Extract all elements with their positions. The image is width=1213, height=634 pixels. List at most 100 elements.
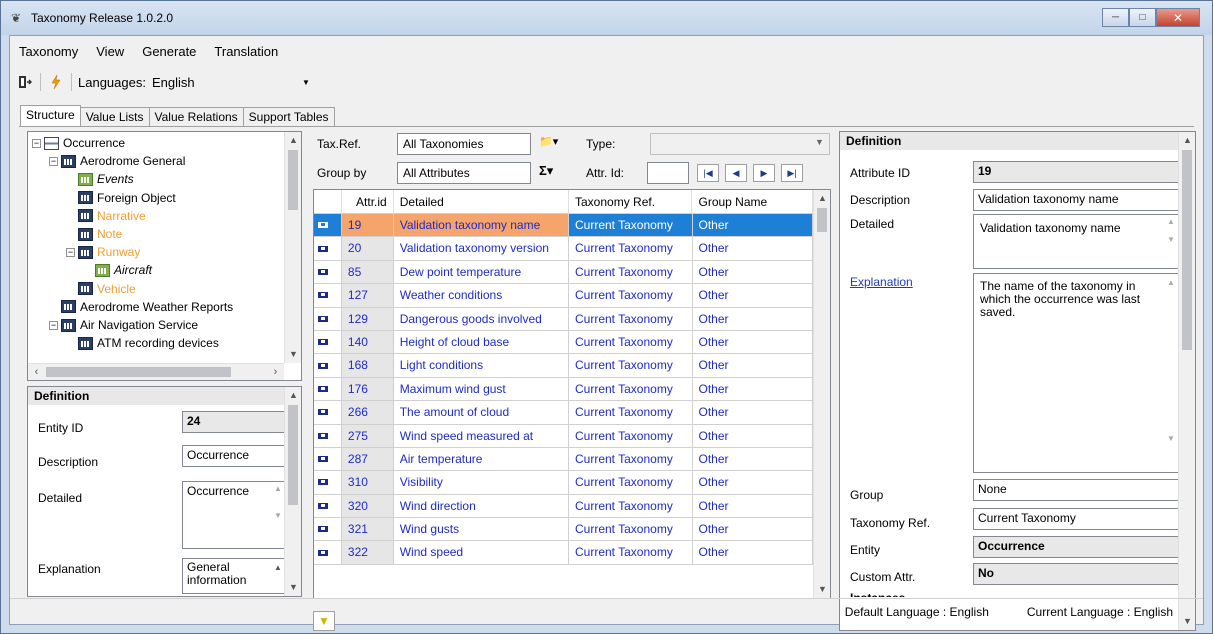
menu-view[interactable]: View xyxy=(87,44,133,59)
tree-expander-icon[interactable]: − xyxy=(32,138,41,148)
last-record-icon[interactable]: ▶| xyxy=(781,164,803,182)
cell-taxonomy-ref[interactable]: Current Taxonomy xyxy=(569,541,693,564)
tree-expander-icon[interactable]: − xyxy=(49,156,58,166)
cell-detailed[interactable]: Validation taxonomy version xyxy=(394,237,569,260)
explanation-field[interactable]: General information ▲ xyxy=(182,558,288,594)
tree-node[interactable]: Aircraft xyxy=(83,261,152,279)
attributes-grid[interactable]: Attr.id Detailed Taxonomy Ref. Group Nam… xyxy=(313,189,831,599)
cell-group-name[interactable]: Other xyxy=(693,237,814,260)
table-row[interactable]: 310 Visibility Current Taxonomy Other xyxy=(314,471,814,495)
group-field[interactable]: None xyxy=(973,479,1181,501)
close-button[interactable]: ✕ xyxy=(1156,8,1200,27)
tree-node[interactable]: Foreign Object xyxy=(66,189,176,207)
row-indicator[interactable] xyxy=(314,424,342,447)
cell-group-name[interactable]: Other xyxy=(692,214,814,237)
chevron-down-icon[interactable]: ▼ xyxy=(302,78,310,87)
cell-attr-id[interactable]: 129 xyxy=(341,307,394,330)
tree-node[interactable]: Narrative xyxy=(66,207,146,225)
cell-group-name[interactable]: Other xyxy=(693,354,814,377)
cell-taxonomy-ref[interactable]: Current Taxonomy xyxy=(569,354,693,377)
cell-attr-id[interactable]: 168 xyxy=(341,354,394,377)
tree-expander-icon[interactable]: − xyxy=(49,320,58,330)
table-row[interactable]: 140 Height of cloud base Current Taxonomy O… xyxy=(314,330,814,355)
cell-group-name[interactable]: Other xyxy=(693,377,814,401)
cell-attr-id[interactable]: 20 xyxy=(341,237,394,260)
row-indicator[interactable] xyxy=(314,377,342,401)
scroll-thumb[interactable] xyxy=(1182,150,1192,350)
tree-vertical-scrollbar[interactable]: ▲ ▼ xyxy=(284,132,301,363)
cell-attr-id[interactable]: 85 xyxy=(341,260,394,284)
table-row[interactable]: 19 Validation taxonomy name Current Taxono… xyxy=(314,214,814,238)
next-record-icon[interactable]: ▶ xyxy=(753,164,775,182)
table-row[interactable]: 20 Validation taxonomy version Current Tax… xyxy=(314,237,814,261)
menu-generate[interactable]: Generate xyxy=(133,44,205,59)
sum-icon[interactable]: Σ▾ xyxy=(539,163,553,179)
table-row[interactable]: 129 Dangerous goods involved Current Taxon… xyxy=(314,307,814,331)
cell-detailed[interactable]: Dew point temperature xyxy=(394,260,569,284)
chevron-down-icon[interactable]: ▼ xyxy=(815,137,824,147)
table-row[interactable]: 266 The amount of cloud Current Taxonomy Ot… xyxy=(314,401,814,425)
scroll-up-icon[interactable]: ▲ xyxy=(285,132,302,149)
tree-expander-icon[interactable]: − xyxy=(66,247,75,257)
row-indicator[interactable] xyxy=(314,447,342,471)
table-row[interactable]: 320 Wind direction Current Taxonomy Other xyxy=(314,494,814,519)
table-row[interactable]: 85 Dew point temperature Current Taxonomy O… xyxy=(314,260,814,285)
cell-taxonomy-ref[interactable]: Current Taxonomy xyxy=(569,214,693,237)
cell-taxonomy-ref[interactable]: Current Taxonomy xyxy=(569,260,693,284)
type-select[interactable] xyxy=(650,133,830,155)
cell-taxonomy-ref[interactable]: Current Taxonomy xyxy=(569,424,693,447)
description-field[interactable]: Occurrence xyxy=(182,445,288,467)
row-indicator[interactable] xyxy=(314,284,342,307)
field-scrollbar[interactable]: ▲ ▼ xyxy=(271,484,285,546)
tab-value-lists[interactable]: Value Lists xyxy=(79,107,150,127)
row-indicator[interactable] xyxy=(314,330,342,354)
column-header-detailed[interactable]: Detailed xyxy=(394,190,569,213)
cell-group-name[interactable]: Other xyxy=(693,471,814,494)
row-indicator[interactable] xyxy=(314,260,342,284)
field-scrollbar[interactable]: ▲ ▼ xyxy=(1164,276,1178,470)
cell-detailed[interactable]: Wind gusts xyxy=(394,518,569,541)
row-indicator[interactable] xyxy=(314,541,342,564)
cell-group-name[interactable]: Other xyxy=(693,260,814,284)
scroll-up-icon[interactable]: ▲ xyxy=(1179,132,1196,149)
row-indicator[interactable] xyxy=(314,307,342,330)
cell-detailed[interactable]: Light conditions xyxy=(394,354,569,377)
scroll-thumb[interactable] xyxy=(288,405,298,505)
cell-group-name[interactable]: Other xyxy=(693,447,814,471)
explanation-link[interactable]: Explanation xyxy=(850,275,913,289)
attr-id-field[interactable] xyxy=(647,162,689,184)
cell-detailed[interactable]: Wind direction xyxy=(394,494,569,518)
table-row[interactable]: 287 Air temperature Current Taxonomy Other xyxy=(314,447,814,472)
definition-scrollbar[interactable]: ▲ ▼ xyxy=(1178,132,1195,630)
scroll-down-icon[interactable]: ▼ xyxy=(814,581,830,598)
tree-node[interactable]: − Air Navigation Service xyxy=(49,316,198,334)
cell-detailed[interactable]: Wind speed xyxy=(394,541,569,564)
menu-taxonomy[interactable]: Taxonomy xyxy=(10,44,87,59)
cell-taxonomy-ref[interactable]: Current Taxonomy xyxy=(569,330,693,354)
cell-group-name[interactable]: Other xyxy=(693,330,814,354)
lightning-icon[interactable] xyxy=(47,73,65,91)
table-row[interactable]: 322 Wind speed Current Taxonomy Other xyxy=(314,541,814,565)
tree-node[interactable]: − Occurrence xyxy=(32,134,125,152)
cell-detailed[interactable]: Visibility xyxy=(394,471,569,494)
column-header-group-name[interactable]: Group Name xyxy=(692,190,813,213)
cell-attr-id[interactable]: 275 xyxy=(341,424,394,447)
table-row[interactable]: 127 Weather conditions Current Taxonomy Oth… xyxy=(314,284,814,308)
cell-taxonomy-ref[interactable]: Current Taxonomy xyxy=(569,494,693,518)
table-row[interactable]: 176 Maximum wind gust Current Taxonomy Othe… xyxy=(314,377,814,402)
scroll-thumb[interactable] xyxy=(288,150,298,210)
tree-node[interactable]: − Runway xyxy=(66,243,140,261)
scroll-thumb[interactable] xyxy=(817,208,827,232)
row-indicator[interactable] xyxy=(314,214,342,237)
cell-taxonomy-ref[interactable]: Current Taxonomy xyxy=(569,401,693,424)
maximize-button[interactable]: □ xyxy=(1129,8,1156,27)
cell-detailed[interactable]: Air temperature xyxy=(394,447,569,471)
detailed-field[interactable]: Validation taxonomy name ▲ ▼ xyxy=(973,214,1181,269)
row-indicator[interactable] xyxy=(314,494,342,518)
scroll-up-icon[interactable]: ▲ xyxy=(285,387,302,404)
cell-attr-id[interactable]: 287 xyxy=(341,447,394,471)
cell-attr-id[interactable]: 266 xyxy=(341,401,394,424)
tree-horizontal-scrollbar[interactable]: ‹ › xyxy=(28,363,284,380)
detailed-field[interactable]: Occurrence ▲ ▼ xyxy=(182,481,288,549)
cell-group-name[interactable]: Other xyxy=(693,284,814,307)
